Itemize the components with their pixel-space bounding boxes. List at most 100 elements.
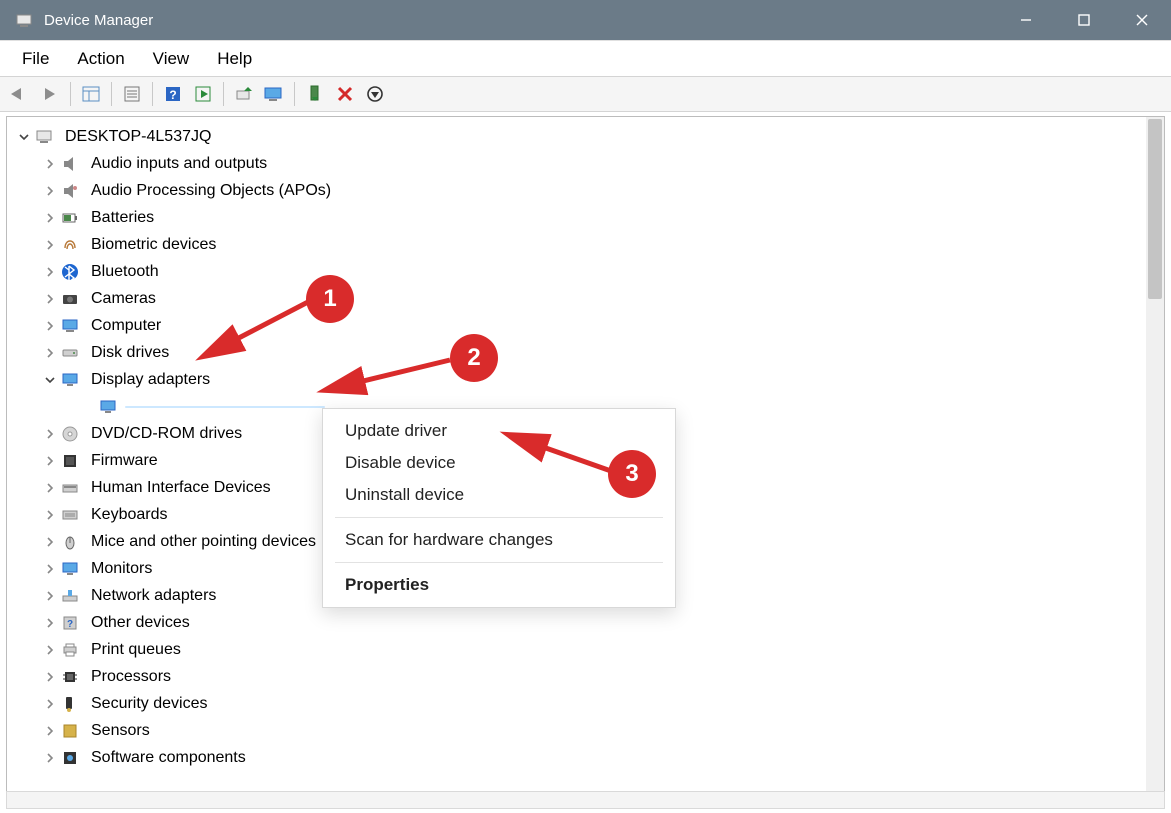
- tree-category-node[interactable]: Print queues: [11, 636, 1142, 663]
- minimize-button[interactable]: [997, 0, 1055, 40]
- tree-node-label: Software components: [87, 748, 250, 768]
- tree-node-label: Sensors: [87, 721, 154, 741]
- chevron-right-icon[interactable]: [41, 668, 59, 686]
- apo-icon: [59, 180, 81, 202]
- tree-category-node[interactable]: Processors: [11, 663, 1142, 690]
- vertical-scrollbar[interactable]: [1146, 117, 1164, 794]
- tree-category-node[interactable]: ?Other devices: [11, 609, 1142, 636]
- toolbar-action-button[interactable]: [189, 80, 217, 108]
- camera-icon: [59, 288, 81, 310]
- toolbar-separator: [294, 82, 295, 106]
- menu-file[interactable]: File: [8, 45, 63, 73]
- chevron-right-icon[interactable]: [41, 722, 59, 740]
- printer-icon: [59, 639, 81, 661]
- titlebar: Device Manager: [0, 0, 1171, 40]
- chevron-right-icon[interactable]: [41, 236, 59, 254]
- chevron-right-icon[interactable]: [41, 182, 59, 200]
- context-menu-separator: [335, 517, 663, 518]
- menu-view[interactable]: View: [139, 45, 204, 73]
- bluetooth-icon: [59, 261, 81, 283]
- tree-node-label: Display adapters: [87, 370, 214, 390]
- chevron-right-icon[interactable]: [41, 560, 59, 578]
- context-menu-scan-hardware[interactable]: Scan for hardware changes: [323, 524, 675, 556]
- chevron-right-icon[interactable]: [41, 641, 59, 659]
- fingerprint-icon: [59, 234, 81, 256]
- chevron-right-icon[interactable]: [41, 155, 59, 173]
- toolbar-help-button[interactable]: ?: [159, 80, 187, 108]
- tree-category-node[interactable]: Biometric devices: [11, 231, 1142, 258]
- tree-node-label: Print queues: [87, 640, 185, 660]
- tree-node-label: Batteries: [87, 208, 158, 228]
- annotation-badge-2: 2: [450, 334, 498, 382]
- menu-help[interactable]: Help: [203, 45, 266, 73]
- toolbar-update-driver-button[interactable]: [230, 80, 258, 108]
- chevron-right-icon[interactable]: [41, 317, 59, 335]
- chevron-right-icon[interactable]: [41, 506, 59, 524]
- tree-category-node[interactable]: Display adapters: [11, 366, 1142, 393]
- tree-node-label: Processors: [87, 667, 175, 687]
- toolbar-uninstall-button[interactable]: [361, 80, 389, 108]
- tree-node-label: Keyboards: [87, 505, 172, 525]
- tree-category-node[interactable]: Audio Processing Objects (APOs): [11, 177, 1142, 204]
- svg-text:?: ?: [67, 619, 73, 630]
- chevron-right-icon[interactable]: [41, 263, 59, 281]
- tree-category-node[interactable]: Cameras: [11, 285, 1142, 312]
- context-menu-properties[interactable]: Properties: [323, 569, 675, 601]
- toolbar-separator: [111, 82, 112, 106]
- tree-node-label: Mice and other pointing devices: [87, 532, 320, 552]
- menu-action[interactable]: Action: [63, 45, 138, 73]
- chevron-right-icon[interactable]: [41, 290, 59, 308]
- chevron-down-icon[interactable]: [41, 371, 59, 389]
- toolbar-separator: [152, 82, 153, 106]
- toolbar-enable-button[interactable]: [301, 80, 329, 108]
- mouse-icon: [59, 531, 81, 553]
- keyboard-icon: [59, 504, 81, 526]
- tree-root-node[interactable]: DESKTOP-4L537JQ: [11, 123, 1142, 150]
- tree-node-label: Security devices: [87, 694, 212, 714]
- tree-node-label: Network adapters: [87, 586, 220, 606]
- tree-category-node[interactable]: Sensors: [11, 717, 1142, 744]
- tree-category-node[interactable]: Software components: [11, 744, 1142, 771]
- context-menu-update-driver[interactable]: Update driver: [323, 415, 675, 447]
- chevron-right-icon[interactable]: [41, 479, 59, 497]
- context-menu-separator: [335, 562, 663, 563]
- chevron-right-icon[interactable]: [41, 614, 59, 632]
- tree-node-label: DESKTOP-4L537JQ: [61, 127, 215, 147]
- toolbar-show-hide-tree-button[interactable]: [77, 80, 105, 108]
- tree-node-label: Audio Processing Objects (APOs): [87, 181, 335, 201]
- toolbar-disable-button[interactable]: [331, 80, 359, 108]
- maximize-button[interactable]: [1055, 0, 1113, 40]
- toolbar-properties-button[interactable]: [118, 80, 146, 108]
- annotation-badge-1: 1: [306, 275, 354, 323]
- tree-category-node[interactable]: Disk drives: [11, 339, 1142, 366]
- scrollbar-thumb[interactable]: [1148, 119, 1162, 299]
- chevron-right-icon[interactable]: [41, 533, 59, 551]
- toolbar-forward-button[interactable]: [36, 80, 64, 108]
- chevron-right-icon[interactable]: [41, 695, 59, 713]
- chevron-down-icon[interactable]: [15, 128, 33, 146]
- tree-category-node[interactable]: Bluetooth: [11, 258, 1142, 285]
- computer-icon: [59, 315, 81, 337]
- chevron-right-icon[interactable]: [41, 452, 59, 470]
- toolbar-back-button[interactable]: [6, 80, 34, 108]
- tree-node-label: Firmware: [87, 451, 162, 471]
- hid-icon: [59, 477, 81, 499]
- tree-category-node[interactable]: Audio inputs and outputs: [11, 150, 1142, 177]
- tree-category-node[interactable]: Batteries: [11, 204, 1142, 231]
- chevron-right-icon[interactable]: [41, 344, 59, 362]
- computer-icon: [33, 126, 55, 148]
- tree-node-label: Biometric devices: [87, 235, 220, 255]
- tree-category-node[interactable]: Security devices: [11, 690, 1142, 717]
- chevron-right-icon[interactable]: [41, 425, 59, 443]
- tree-node-label: Monitors: [87, 559, 156, 579]
- tree-category-node[interactable]: Computer: [11, 312, 1142, 339]
- tree-node-label: Bluetooth: [87, 262, 163, 282]
- close-button[interactable]: [1113, 0, 1171, 40]
- chevron-right-icon[interactable]: [41, 209, 59, 227]
- chevron-right-icon[interactable]: [41, 587, 59, 605]
- chevron-right-icon[interactable]: [41, 749, 59, 767]
- window-title: Device Manager: [44, 12, 153, 29]
- tree-node-label: DVD/CD-ROM drives: [87, 424, 246, 444]
- toolbar-scan-monitor-button[interactable]: [260, 80, 288, 108]
- tree-node-label: Disk drives: [87, 343, 173, 363]
